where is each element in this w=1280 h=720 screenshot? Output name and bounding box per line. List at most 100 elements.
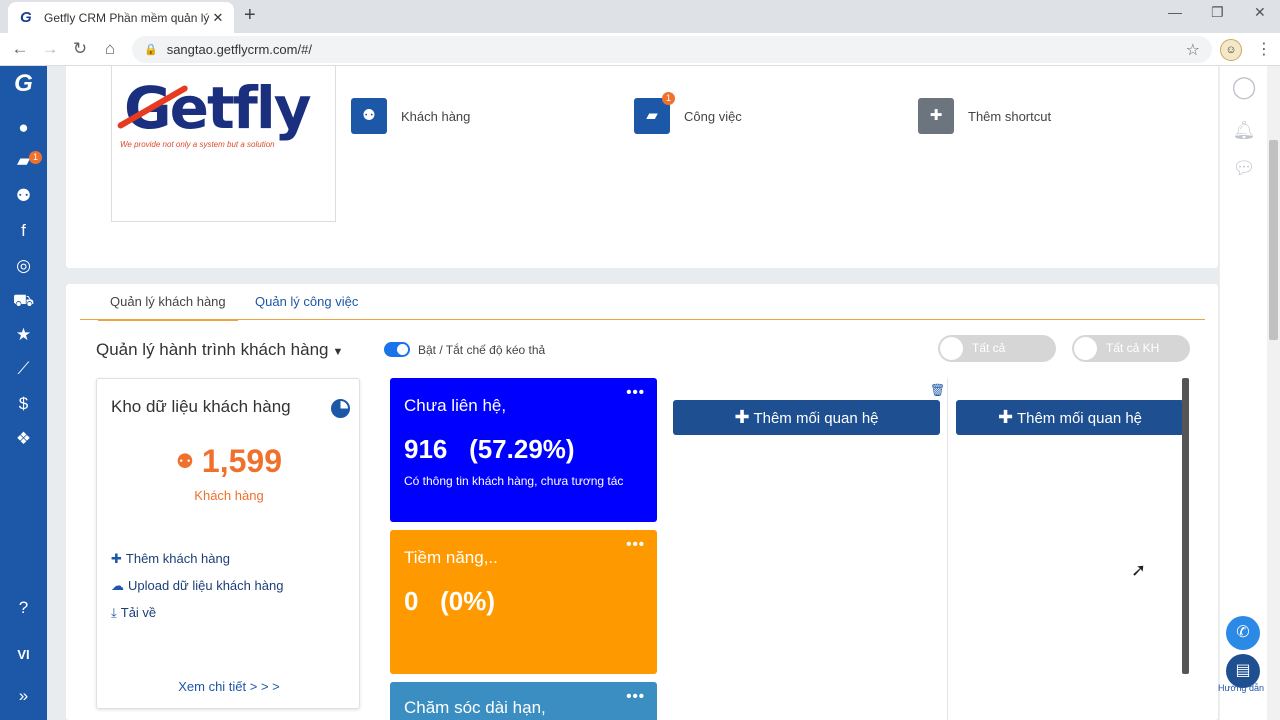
stage-card-potential[interactable]: Tiềm năng,.. ••• 0 (0%) [390,530,657,674]
header-card: Getfly We provide not only a system but … [66,66,1218,268]
browser-tab-title: Getfly CRM Phần mềm quản lý và [44,10,210,25]
user-icon[interactable]: ● [0,118,47,138]
close-window-icon[interactable]: ✕ [1254,4,1266,21]
chat-icon[interactable]: 💬︎ [1220,158,1268,179]
download-icon: ⤓ [111,605,117,620]
caret-down-icon: ▼ [332,346,344,358]
more-options-icon[interactable]: ••• [626,384,645,401]
phone-call-button[interactable]: ✆ [1226,616,1260,650]
relation-column-2: ✚ Thêm mối quan hệ [948,378,1184,720]
browser-tab[interactable]: G Getfly CRM Phần mềm quản lý và ✕ [8,2,234,33]
customer-count: ⚉ 1,599 [175,443,282,479]
tab-bar: Quản lý khách hàng Quản lý công việc [80,284,1205,321]
task-badge: 1 [29,151,42,164]
bookmark-star-icon[interactable]: ☆ [1186,40,1200,60]
bell-icon[interactable]: 🔔︎ [1220,120,1268,141]
customer-unit: Khách hàng [194,488,264,503]
cart-icon[interactable]: ⛟ [0,291,47,311]
expand-sidebar-icon[interactable]: » [0,686,47,706]
mouse-cursor-icon: ➚ [1131,560,1147,580]
stage-title: Tiềm năng,.. [404,548,498,567]
back-icon[interactable]: ← [9,39,31,59]
address-bar[interactable]: 🔒 sangtao.getflycrm.com/#/ ☆ [132,36,1212,63]
tab-tasks[interactable]: Quản lý công việc [255,294,358,309]
main-card: Quản lý khách hàng Quản lý công việc Quả… [66,284,1218,720]
download-link[interactable]: ⤓ Tải về [111,605,156,621]
view-details-link[interactable]: Xem chi tiết > > > [97,679,361,694]
drag-mode-toggle[interactable]: Bật / Tắt chế độ kéo thả [384,342,545,357]
user-plus-icon: ✚ [111,551,122,566]
more-options-icon[interactable]: ••• [626,688,645,705]
trash-icon[interactable]: 🗑︎ [930,383,945,397]
logo-wordmark: Getfly [124,74,312,142]
company-logo: Getfly We provide not only a system but … [111,66,336,222]
close-tab-icon[interactable]: ✕ [210,10,226,26]
add-customer-link[interactable]: ✚ Thêm khách hàng [111,551,230,567]
profile-avatar[interactable]: ☺ [1220,39,1242,61]
language-switch[interactable]: VI [0,645,47,665]
pie-chart-icon[interactable] [331,399,350,418]
help-icon[interactable]: ? [0,598,47,618]
card-title: Kho dữ liệu khách hàng [111,397,291,416]
star-icon[interactable]: ★ [0,325,47,345]
guide-label[interactable]: Hướng dẫn [1218,683,1264,693]
toggle-switch[interactable] [384,342,410,357]
stage-card-uncontacted[interactable]: Chưa liên hệ, ••• 916 (57.29%) Có thông … [390,378,657,522]
board-scrollbar[interactable] [1182,378,1189,674]
browser-menu-icon[interactable]: ⋮ [1256,39,1272,59]
task-badge: 1 [662,92,675,105]
shortcut-label: Công việc [684,108,742,124]
home-icon[interactable]: ⌂ [99,39,121,59]
add-relation-button[interactable]: ✚ Thêm mối quan hệ [673,400,940,435]
stage-value: 916 (57.29%) [404,434,575,464]
dollar-icon[interactable]: $ [0,394,47,414]
users-icon: ⚉ [175,451,194,473]
add-relation-button[interactable]: ✚ Thêm mối quan hệ [956,400,1184,435]
maximize-icon[interactable]: ❐ [1211,4,1224,21]
stage-title: Chưa liên hệ, [404,396,507,415]
facebook-icon[interactable]: f [0,221,47,241]
relation-column-1: ✚ Thêm mối quan hệ [665,378,948,720]
stage-value: 0 (0%) [404,586,496,616]
shortcut-customers[interactable]: ⚉ Khách hàng [351,98,470,134]
getfly-favicon-icon: G [20,8,32,26]
chart-icon[interactable]: ⟋ [0,359,47,379]
briefcase-icon: ▰ 1 [634,92,675,134]
reload-icon[interactable]: ↻ [69,39,91,59]
journey-dropdown[interactable]: Quản lý hành trình khách hàng ▼ [96,340,343,360]
more-options-icon[interactable]: ••• [626,536,645,553]
account-avatar-icon[interactable]: ◯ [1220,74,1268,100]
browser-toolbar: ← → ↻ ⌂ 🔒 sangtao.getflycrm.com/#/ ☆ [0,33,1280,66]
shortcut-label: Khách hàng [401,108,471,124]
toggle-label: Bật / Tắt chế độ kéo thả [418,342,546,357]
stage-card-longterm[interactable]: Chăm sóc dài hạn, ••• [390,682,657,720]
forward-icon[interactable]: → [39,39,61,59]
url-text: sangtao.getflycrm.com/#/ [166,42,312,57]
page-scroll-thumb[interactable] [1269,140,1278,340]
customer-data-card: Kho dữ liệu khách hàng ⚉ 1,599 Khách hàng… [96,378,360,709]
target-icon[interactable]: ◎ [0,256,47,276]
plus-icon: ✚ [918,98,954,134]
upload-data-link[interactable]: ☁ Upload dữ liệu khách hàng [111,578,283,594]
lock-icon: 🔒 [144,44,158,56]
left-sidebar: G ● ▰ 1 ⚉ f ◎ ⛟ ★ ⟋ $ ❖ ? VI » [0,66,47,720]
page-scrollbar[interactable] [1267,66,1280,720]
stage-description: Có thông tin khách hàng, chưa tương tác [404,474,624,488]
filter-all-kh-toggle[interactable]: Tất cả KH [1072,335,1190,362]
new-tab-icon[interactable]: + [244,4,256,27]
shortcut-label: Thêm shortcut [968,108,1052,124]
app-logo-icon[interactable]: G [0,72,47,96]
shortcut-tasks[interactable]: ▰ 1 Công việc [634,92,742,134]
browser-tabbar: G Getfly CRM Phần mềm quản lý và ✕ + — ❐… [0,0,1280,33]
minimize-icon[interactable]: — [1168,4,1182,20]
filter-all-toggle[interactable]: Tất cả [938,335,1056,362]
logo-tagline: We provide not only a system but a solut… [120,140,275,149]
journey-title: Quản lý hành trình khách hàng [96,340,329,359]
users-icon: ⚉ [351,98,387,134]
shortcut-add[interactable]: ✚ Thêm shortcut [918,98,1051,134]
tab-customers[interactable]: Quản lý khách hàng [98,294,238,321]
users-icon[interactable]: ⚉ [0,186,47,206]
stage-title: Chăm sóc dài hạn, [404,698,546,717]
cubes-icon[interactable]: ❖ [0,429,47,449]
cloud-upload-icon: ☁ [111,578,124,593]
